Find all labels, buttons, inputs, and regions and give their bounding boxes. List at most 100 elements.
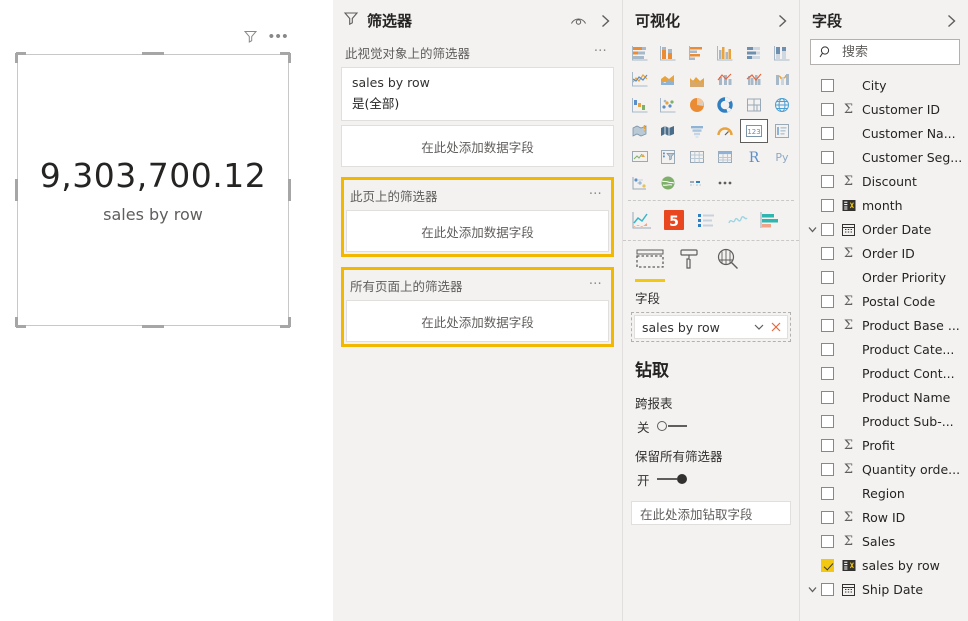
r-script-visual-icon[interactable]: R — [740, 145, 768, 169]
field-checkbox[interactable] — [821, 534, 834, 548]
field-well[interactable]: sales by row — [631, 312, 791, 342]
cross-report-toggle[interactable] — [656, 421, 687, 432]
pie-chart-icon[interactable] — [683, 93, 711, 117]
more-options-icon[interactable]: ••• — [269, 29, 289, 44]
field-row[interactable]: Σ Product Base ... — [800, 313, 968, 337]
filter-group-visual-menu[interactable]: … — [594, 41, 608, 54]
card-visual[interactable]: 9,303,700.12 sales by row — [17, 54, 289, 326]
field-checkbox[interactable] — [821, 558, 834, 572]
field-row[interactable]: sales by row — [800, 553, 968, 577]
keep-all-filters-toggle-row[interactable]: 开 — [623, 468, 799, 495]
field-row[interactable]: Product Cont... — [800, 361, 968, 385]
custom-list-visual-icon[interactable] — [693, 207, 719, 233]
custom-sparkline-visual-icon[interactable] — [725, 207, 751, 233]
line-and-stacked-column-chart-icon[interactable] — [712, 67, 740, 91]
field-row[interactable]: month — [800, 193, 968, 217]
field-checkbox[interactable] — [821, 462, 834, 476]
field-row[interactable]: Product Cate... — [800, 337, 968, 361]
field-checkbox[interactable] — [821, 150, 834, 164]
100-percent-stacked-column-chart-icon[interactable] — [769, 41, 797, 65]
chevron-right-icon[interactable] — [599, 13, 612, 29]
chevron-right-icon[interactable] — [776, 13, 789, 29]
matrix-icon[interactable] — [712, 145, 740, 169]
fields-tab-icon[interactable] — [635, 248, 665, 282]
field-checkbox[interactable] — [821, 414, 834, 428]
custom-bar-visual-icon[interactable] — [757, 207, 783, 233]
report-canvas[interactable]: ••• 9,303,700.12 sales by row — [0, 0, 333, 621]
multi-row-card-icon[interactable] — [769, 119, 797, 143]
field-row[interactable]: Σ Row ID — [800, 505, 968, 529]
analytics-tab-icon[interactable] — [715, 248, 741, 282]
field-row[interactable]: Σ Discount — [800, 169, 968, 193]
field-checkbox[interactable] — [821, 318, 834, 332]
format-tab-icon[interactable] — [677, 248, 703, 282]
filter-group-page-menu[interactable]: … — [589, 184, 603, 197]
python-visual-icon[interactable]: Py — [769, 145, 797, 169]
field-row[interactable]: Product Name — [800, 385, 968, 409]
arcgis-maps-icon[interactable] — [655, 171, 683, 195]
fields-search-box[interactable] — [810, 39, 960, 65]
drill-through-dropzone[interactable]: 在此处添加钻取字段 — [631, 501, 791, 525]
card-icon[interactable]: 123 — [740, 119, 768, 143]
field-checkbox[interactable] — [821, 126, 834, 140]
field-row[interactable]: Σ Order ID — [800, 241, 968, 265]
field-row[interactable]: Σ Postal Code — [800, 289, 968, 313]
field-checkbox[interactable] — [821, 486, 834, 500]
100-percent-stacked-bar-chart-icon[interactable] — [740, 41, 768, 65]
field-checkbox[interactable] — [821, 342, 834, 356]
stacked-area-chart-icon[interactable] — [683, 67, 711, 91]
filter-card-sales-by-row[interactable]: sales by row 是(全部) — [341, 67, 614, 121]
field-checkbox[interactable] — [821, 582, 834, 596]
field-row[interactable]: Order Priority — [800, 265, 968, 289]
kpi-icon[interactable] — [626, 145, 654, 169]
custom-line-area-visual-icon[interactable] — [629, 207, 655, 233]
field-checkbox[interactable] — [821, 366, 834, 380]
field-checkbox[interactable] — [821, 222, 834, 236]
stacked-column-chart-icon[interactable] — [655, 41, 683, 65]
field-checkbox[interactable] — [821, 78, 834, 92]
filter-group-all-pages-menu[interactable]: … — [589, 274, 603, 287]
map-icon[interactable] — [769, 93, 797, 117]
filled-map-icon[interactable] — [626, 119, 654, 143]
waterfall-chart-icon[interactable] — [626, 93, 654, 117]
fields-search-input[interactable] — [840, 43, 951, 61]
get-more-visuals-icon[interactable] — [712, 171, 740, 195]
clustered-bar-chart-icon[interactable] — [683, 41, 711, 65]
gauge-chart-icon[interactable] — [712, 119, 740, 143]
field-checkbox[interactable] — [821, 102, 834, 116]
field-row[interactable]: Σ Profit — [800, 433, 968, 457]
keep-all-filters-toggle[interactable] — [656, 474, 687, 485]
chevron-down-icon[interactable] — [752, 320, 766, 334]
field-checkbox[interactable] — [821, 438, 834, 452]
line-and-clustered-column-chart-icon[interactable] — [740, 67, 768, 91]
donut-chart-icon[interactable] — [712, 93, 740, 117]
field-row[interactable]: Order Date — [800, 217, 968, 241]
field-checkbox[interactable] — [821, 510, 834, 524]
clustered-column-chart-icon[interactable] — [712, 41, 740, 65]
paginated-report-icon[interactable] — [683, 171, 711, 195]
field-row[interactable]: City — [800, 73, 968, 97]
chevron-right-icon[interactable] — [945, 13, 958, 29]
cross-report-toggle-row[interactable]: 关 — [623, 415, 799, 442]
key-influencers-icon[interactable] — [626, 171, 654, 195]
stacked-bar-chart-icon[interactable] — [626, 41, 654, 65]
field-row[interactable]: Product Sub-... — [800, 409, 968, 433]
scatter-chart-icon[interactable] — [655, 93, 683, 117]
card-visual-container[interactable]: ••• 9,303,700.12 sales by row — [15, 29, 291, 328]
field-row[interactable]: Customer Na... — [800, 121, 968, 145]
field-checkbox[interactable] — [821, 246, 834, 260]
field-checkbox[interactable] — [821, 198, 834, 212]
field-well-chip[interactable]: sales by row — [634, 315, 788, 339]
area-chart-icon[interactable] — [655, 67, 683, 91]
close-icon[interactable] — [769, 320, 783, 334]
shape-map-icon[interactable] — [655, 119, 683, 143]
chevron-down-icon[interactable] — [804, 583, 821, 596]
html5-visual-icon[interactable]: 5 — [661, 207, 687, 233]
field-checkbox[interactable] — [821, 174, 834, 188]
table-icon[interactable] — [683, 145, 711, 169]
field-row[interactable]: Σ Customer ID — [800, 97, 968, 121]
field-checkbox[interactable] — [821, 294, 834, 308]
field-row[interactable]: Ship Date — [800, 577, 968, 601]
field-checkbox[interactable] — [821, 390, 834, 404]
treemap-icon[interactable] — [740, 93, 768, 117]
